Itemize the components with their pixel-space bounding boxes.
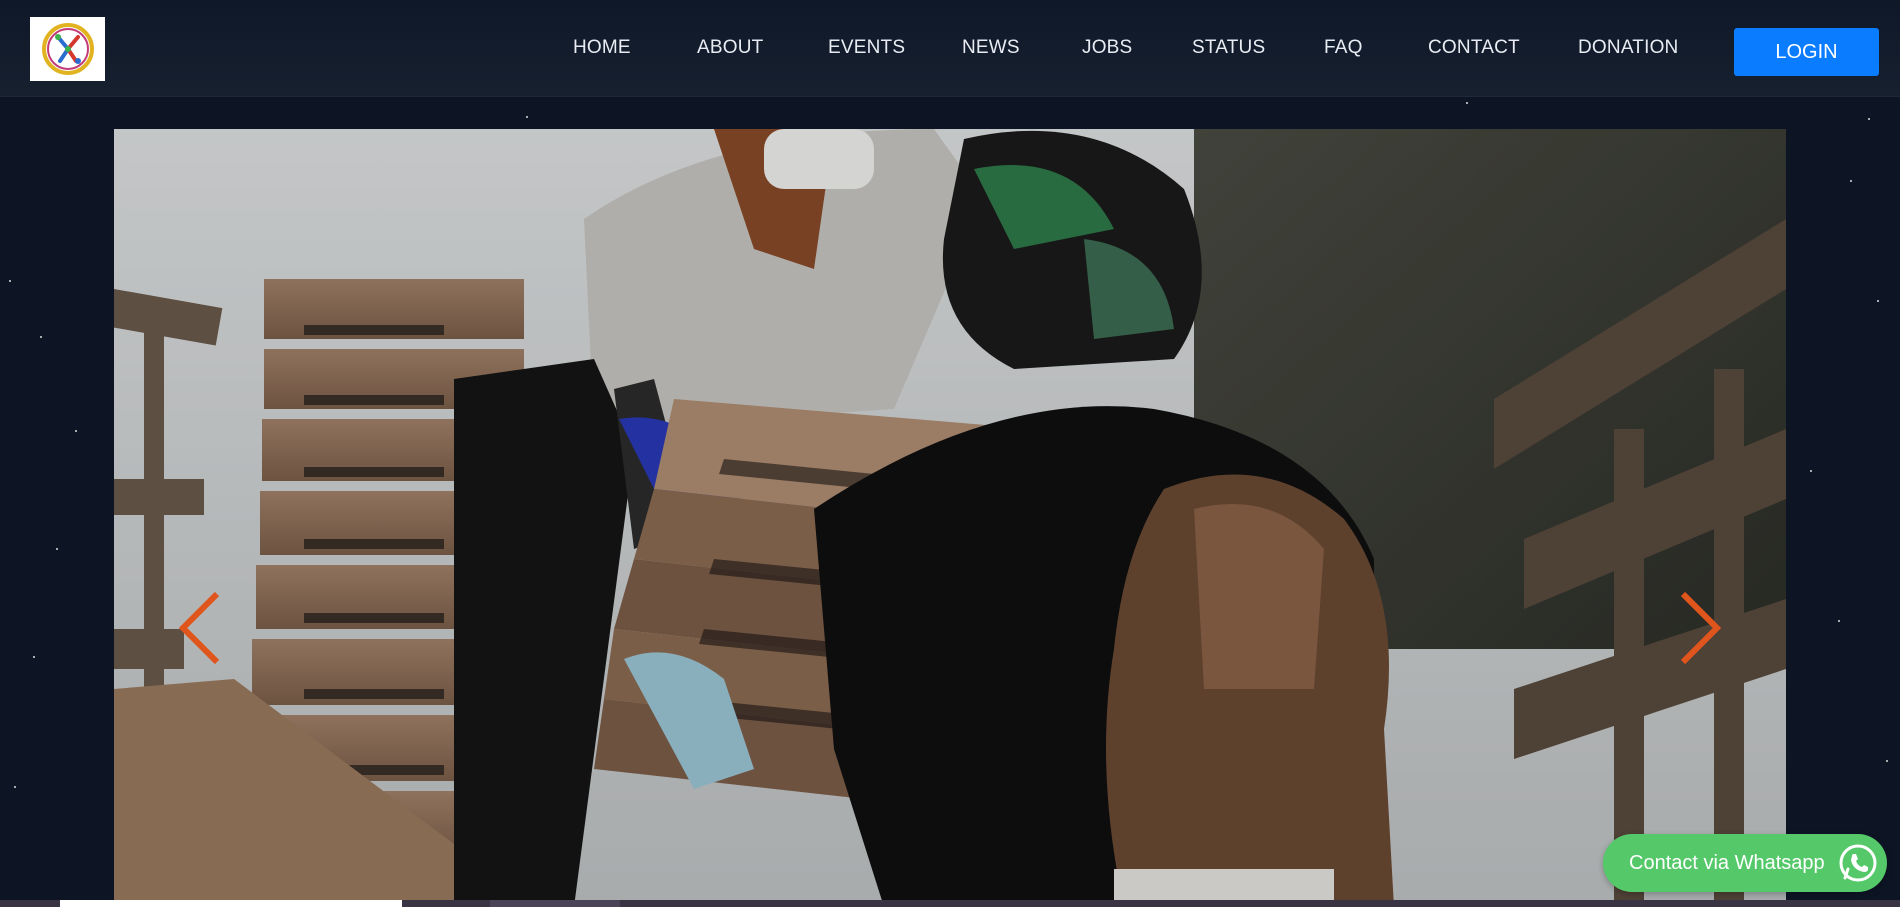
nav-news[interactable]: NEWS: [962, 37, 1020, 59]
nav-about[interactable]: ABOUT: [697, 37, 763, 59]
whatsapp-icon: [1839, 844, 1877, 882]
whatsapp-contact-label: Contact via Whatsapp: [1629, 851, 1825, 874]
whatsapp-contact-button[interactable]: Contact via Whatsapp: [1603, 834, 1887, 892]
carousel-progress-fill: [60, 900, 402, 907]
nav-events[interactable]: EVENTS: [828, 37, 905, 59]
login-button[interactable]: LOGIN: [1734, 28, 1879, 76]
carousel-prev-button[interactable]: [170, 588, 230, 668]
nav-faq[interactable]: FAQ: [1324, 37, 1363, 59]
chevron-right-icon: [1680, 591, 1722, 665]
hero-slide-image: [114, 129, 1786, 907]
top-navbar: HOME ABOUT EVENTS NEWS JOBS STATUS FAQ C…: [0, 0, 1900, 97]
nav-jobs[interactable]: JOBS: [1082, 37, 1132, 59]
nav-donation[interactable]: DONATION: [1578, 37, 1678, 59]
nav-home[interactable]: HOME: [573, 37, 631, 59]
hero-carousel: [114, 129, 1786, 907]
carousel-progress-bar: [0, 900, 1900, 907]
main-navigation: HOME ABOUT EVENTS NEWS JOBS STATUS FAQ C…: [0, 0, 1900, 97]
carousel-progress-segment: [490, 900, 620, 907]
nav-status[interactable]: STATUS: [1192, 37, 1265, 59]
nav-contact[interactable]: CONTACT: [1428, 37, 1520, 59]
chevron-left-icon: [178, 591, 220, 665]
carousel-next-button[interactable]: [1670, 588, 1730, 668]
